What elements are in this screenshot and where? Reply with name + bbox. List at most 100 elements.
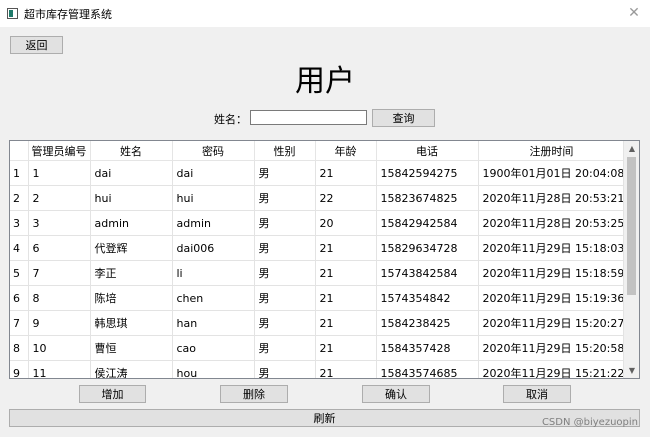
table-cell[interactable]: 2020年11月29日 15:21:22 — [478, 360, 626, 378]
table-row[interactable]: 5 7 李正 li 男 21 15743842584 2020年11月29日 1… — [10, 260, 626, 286]
row-header[interactable]: 4 — [10, 235, 29, 261]
table-cell[interactable]: 21 — [315, 235, 377, 261]
table-cell[interactable]: cao — [172, 335, 255, 361]
table-cell[interactable]: 3 — [28, 210, 91, 236]
table-cell[interactable]: 2020年11月29日 15:18:59 — [478, 260, 626, 286]
table-cell[interactable]: 男 — [254, 360, 316, 378]
column-header[interactable]: 年龄 — [315, 141, 377, 161]
table-cell[interactable]: 男 — [254, 335, 316, 361]
table-cell[interactable]: 1900年01月01日 20:04:08 — [478, 160, 626, 186]
table-cell[interactable]: 7 — [28, 260, 91, 286]
scroll-up-arrow-icon[interactable]: ▲ — [624, 141, 639, 156]
table-cell[interactable]: 2020年11月29日 15:20:58 — [478, 335, 626, 361]
table-cell[interactable]: 15843574685 — [376, 360, 479, 378]
table-cell[interactable]: 2020年11月29日 15:19:36 — [478, 285, 626, 311]
table-cell[interactable]: 21 — [315, 335, 377, 361]
table-row[interactable]: 7 9 韩思琪 han 男 21 1584238425 2020年11月29日 … — [10, 310, 626, 336]
table-cell[interactable]: hou — [172, 360, 255, 378]
table-row[interactable]: 3 3 admin admin 男 20 15842942584 2020年11… — [10, 210, 626, 236]
table-cell[interactable]: 1584357428 — [376, 335, 479, 361]
table-cell[interactable]: 9 — [28, 310, 91, 336]
table-cell[interactable]: 2 — [28, 185, 91, 211]
table-cell[interactable]: hui — [90, 185, 173, 211]
close-icon[interactable]: ✕ — [627, 4, 641, 22]
table-cell[interactable]: 8 — [28, 285, 91, 311]
table-cell[interactable]: 11 — [28, 360, 91, 378]
scroll-thumb[interactable] — [627, 157, 636, 295]
table-cell[interactable]: 2020年11月28日 20:53:25 — [478, 210, 626, 236]
table-cell[interactable]: 男 — [254, 310, 316, 336]
table-cell[interactable]: 21 — [315, 260, 377, 286]
table-cell[interactable]: li — [172, 260, 255, 286]
table-cell[interactable]: 1574354842 — [376, 285, 479, 311]
table-cell[interactable]: 男 — [254, 260, 316, 286]
table-cell[interactable]: 男 — [254, 160, 316, 186]
table-cell[interactable]: 21 — [315, 310, 377, 336]
cancel-button[interactable]: 取消 — [503, 385, 571, 403]
table-cell[interactable]: dai — [172, 160, 255, 186]
row-header[interactable]: 5 — [10, 260, 29, 286]
vertical-scrollbar[interactable]: ▲ ▼ — [623, 141, 639, 378]
corner-header[interactable] — [10, 141, 29, 161]
table-row[interactable]: 4 6 代登辉 dai006 男 21 15829634728 2020年11月… — [10, 235, 626, 261]
table-cell[interactable]: 21 — [315, 360, 377, 378]
column-header[interactable]: 管理员编号 — [28, 141, 91, 161]
table-cell[interactable]: 代登辉 — [90, 235, 173, 261]
table-cell[interactable]: 侯江涛 — [90, 360, 173, 378]
table-cell[interactable]: 15823674825 — [376, 185, 479, 211]
table-cell[interactable]: 男 — [254, 285, 316, 311]
table-cell[interactable]: chen — [172, 285, 255, 311]
table-cell[interactable]: 10 — [28, 335, 91, 361]
scroll-down-arrow-icon[interactable]: ▼ — [624, 363, 639, 378]
row-header[interactable]: 6 — [10, 285, 29, 311]
table-cell[interactable]: 男 — [254, 235, 316, 261]
table-cell[interactable]: 15842594275 — [376, 160, 479, 186]
table-row[interactable]: 6 8 陈培 chen 男 21 1574354842 2020年11月29日 … — [10, 285, 626, 311]
query-button[interactable]: 查询 — [372, 109, 435, 127]
table-cell[interactable]: 陈培 — [90, 285, 173, 311]
table-cell[interactable]: 1 — [28, 160, 91, 186]
table-cell[interactable]: dai — [90, 160, 173, 186]
table-cell[interactable]: 15743842584 — [376, 260, 479, 286]
row-header[interactable]: 8 — [10, 335, 29, 361]
table-row[interactable]: 9 11 侯江涛 hou 男 21 15843574685 2020年11月29… — [10, 360, 626, 378]
table-cell[interactable]: admin — [90, 210, 173, 236]
table-cell[interactable]: 15842942584 — [376, 210, 479, 236]
table-row[interactable]: 8 10 曹恒 cao 男 21 1584357428 2020年11月29日 … — [10, 335, 626, 361]
table-row[interactable]: 1 1 dai dai 男 21 15842594275 1900年01月01日… — [10, 160, 626, 186]
table-cell[interactable]: 1584238425 — [376, 310, 479, 336]
row-header[interactable]: 2 — [10, 185, 29, 211]
table-cell[interactable]: 2020年11月29日 15:20:27 — [478, 310, 626, 336]
table-cell[interactable]: 男 — [254, 185, 316, 211]
row-header[interactable]: 1 — [10, 160, 29, 186]
table-cell[interactable]: 21 — [315, 285, 377, 311]
back-button[interactable]: 返回 — [10, 36, 63, 54]
table-cell[interactable]: 15829634728 — [376, 235, 479, 261]
users-table[interactable]: 管理员编号 姓名 密码 性别 年龄 电话 注册时间 1 1 dai dai 男 … — [9, 140, 640, 379]
table-cell[interactable]: admin — [172, 210, 255, 236]
delete-button[interactable]: 删除 — [220, 385, 288, 403]
table-cell[interactable]: 20 — [315, 210, 377, 236]
column-header[interactable]: 注册时间 — [478, 141, 626, 161]
name-search-input[interactable] — [250, 110, 367, 125]
table-cell[interactable]: han — [172, 310, 255, 336]
table-row[interactable]: 2 2 hui hui 男 22 15823674825 2020年11月28日… — [10, 185, 626, 211]
row-header[interactable]: 9 — [10, 360, 29, 378]
column-header[interactable]: 性别 — [254, 141, 316, 161]
table-cell[interactable]: 22 — [315, 185, 377, 211]
column-header[interactable]: 密码 — [172, 141, 255, 161]
table-cell[interactable]: 曹恒 — [90, 335, 173, 361]
table-cell[interactable]: 韩思琪 — [90, 310, 173, 336]
column-header[interactable]: 电话 — [376, 141, 479, 161]
table-cell[interactable]: dai006 — [172, 235, 255, 261]
table-cell[interactable]: 21 — [315, 160, 377, 186]
table-cell[interactable]: 李正 — [90, 260, 173, 286]
row-header[interactable]: 3 — [10, 210, 29, 236]
add-button[interactable]: 增加 — [79, 385, 146, 403]
table-cell[interactable]: 男 — [254, 210, 316, 236]
column-header[interactable]: 姓名 — [90, 141, 173, 161]
table-cell[interactable]: hui — [172, 185, 255, 211]
table-cell[interactable]: 2020年11月28日 20:53:21 — [478, 185, 626, 211]
row-header[interactable]: 7 — [10, 310, 29, 336]
confirm-button[interactable]: 确认 — [362, 385, 430, 403]
